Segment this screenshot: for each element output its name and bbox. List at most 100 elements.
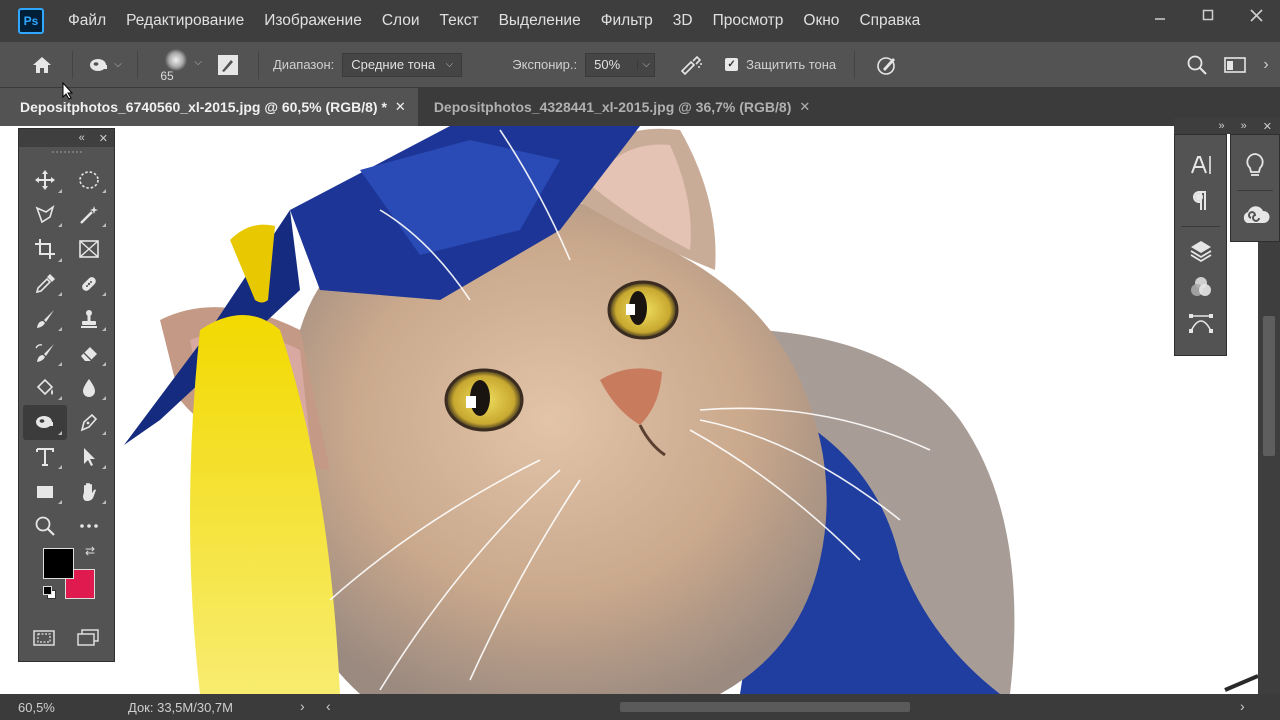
chevron-down-icon: ⌵ [114,59,122,70]
search-button[interactable] [1182,50,1212,80]
tools-panel-header: « ✕ [19,129,114,147]
menu-select[interactable]: Выделение [489,12,591,30]
checkmark-icon: ✓ [725,58,739,71]
layers-panel-button[interactable] [1175,233,1226,269]
crop-tool[interactable] [23,232,67,267]
window-controls [1136,0,1280,30]
close-tab-icon[interactable]: ✕ [799,99,810,115]
color-swatches: ⇄ [19,544,114,620]
move-icon [35,170,55,191]
type-tool[interactable] [23,440,67,475]
channels-panel-button[interactable] [1175,269,1226,305]
range-select[interactable]: Средние тона ⌵ [342,52,463,77]
range-label: Диапазон: [273,57,335,72]
home-button[interactable] [20,45,64,85]
screen-mode-button[interactable] [76,629,100,650]
lasso-tool[interactable] [23,198,67,233]
scroll-thumb[interactable] [1263,316,1275,456]
eyedropper-icon [35,274,55,294]
eraser-tool[interactable] [67,336,111,371]
document-canvas[interactable] [0,126,1258,694]
layers-icon [1190,241,1211,263]
pressure-toggle[interactable] [867,45,907,85]
history-brush-tool[interactable] [23,336,67,371]
healing-brush-tool[interactable] [67,267,111,302]
menu-window[interactable]: Окно [793,12,849,30]
brush-tip-icon [165,48,187,71]
screen-mode-icon [77,629,99,646]
collapse-icon[interactable]: « [79,132,85,144]
exposure-input[interactable]: 50% ⌵ [585,52,656,77]
hand-tool[interactable] [67,474,111,509]
menu-image[interactable]: Изображение [254,12,372,30]
ellipse-marquee-icon [79,171,99,190]
paragraph-panel-button[interactable] [1175,183,1226,219]
scroll-right-icon[interactable]: › [1240,698,1245,714]
divider [72,50,73,79]
learn-panel-button[interactable] [1231,147,1279,183]
divider [1181,219,1220,227]
menu-layers[interactable]: Слои [372,12,430,30]
dodge-tool[interactable] [23,405,67,440]
menu-help[interactable]: Справка [849,12,930,30]
paths-panel-button[interactable] [1175,305,1226,341]
menu-file[interactable]: Файл [58,12,116,30]
pen-tool[interactable] [67,405,111,440]
close-icon[interactable]: ✕ [99,132,108,145]
swap-colors-icon[interactable]: ⇄ [85,544,99,558]
search-icon [1187,55,1207,75]
menu-3d[interactable]: 3D [663,12,703,30]
horizontal-scrollbar[interactable] [340,702,1240,712]
close-icon[interactable]: ✕ [1263,120,1272,133]
menu-edit[interactable]: Редактирование [116,12,254,30]
chevron-down-icon: ⌵ [194,56,202,68]
protect-tones-checkbox[interactable]: ✓ Защитить тона [725,57,836,72]
maximize-button[interactable] [1184,0,1232,30]
more-tools-button[interactable] [67,509,111,544]
clone-stamp-tool[interactable] [67,301,111,336]
tab-document-2[interactable]: Depositphotos_4328441_xl-2015.jpg @ 36,7… [418,88,822,126]
eraser-icon [81,347,97,362]
close-tab-icon[interactable]: ✕ [395,99,406,115]
tool-preset-picker[interactable]: ⌵ [81,45,129,85]
blur-tool[interactable] [67,371,111,406]
move-tool[interactable] [23,163,67,198]
frame-tool[interactable] [67,232,111,267]
menu-view[interactable]: Просмотр [703,12,794,30]
minimize-button[interactable] [1136,0,1184,30]
hand-icon [83,482,96,501]
chevron-right-icon: › [1263,56,1269,73]
workspace-button[interactable] [1220,50,1250,80]
menu-type[interactable]: Текст [430,12,489,30]
scroll-thumb[interactable] [620,702,910,712]
paint-bucket-tool[interactable] [23,371,67,406]
scroll-left-icon[interactable]: ‹ [326,698,331,714]
maximize-icon [1202,9,1214,21]
menu-filter[interactable]: Фильтр [591,12,663,30]
character-panel-button[interactable] [1175,147,1226,183]
panel-grip[interactable] [19,147,114,157]
rectangle-tool[interactable] [23,474,67,509]
mouse-cursor-icon [62,82,74,100]
foreground-color-swatch[interactable] [43,547,74,579]
path-selection-tool[interactable] [67,440,111,475]
eyedropper-tool[interactable] [23,267,67,302]
brush-settings-button[interactable] [206,45,250,85]
libraries-panel-button[interactable] [1231,197,1279,233]
zoom-tool[interactable] [23,509,67,544]
elliptical-marquee-tool[interactable] [67,163,111,198]
expand-panels-icon[interactable]: » [1241,120,1247,132]
airbrush-toggle[interactable] [671,45,711,85]
expand-panels-icon[interactable]: » [1219,120,1225,132]
magic-wand-tool[interactable] [67,198,111,233]
options-overflow[interactable]: › [1258,50,1274,80]
status-expand-icon[interactable]: › [300,698,305,714]
quick-mask-button[interactable] [33,629,55,650]
document-size: Док: 33,5M/30,7M [128,699,233,715]
brush-tool[interactable] [23,301,67,336]
close-window-button[interactable] [1232,0,1280,30]
default-colors-icon[interactable] [43,585,57,600]
brush-preset-picker[interactable]: 65 ⌵ [146,45,206,85]
zoom-level[interactable]: 60,5% [18,700,114,715]
divider [854,50,856,79]
